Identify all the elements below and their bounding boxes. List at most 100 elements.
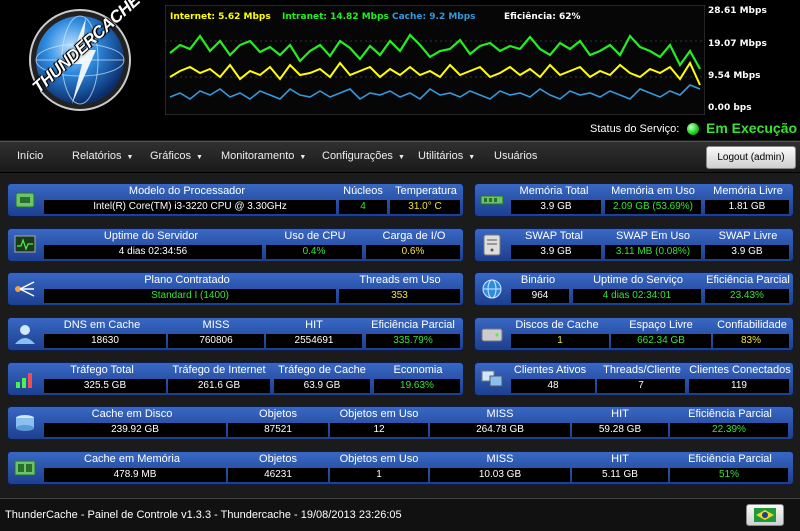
legend-intranet: Intranet: 14.82 Mbps <box>282 12 389 22</box>
panel-clientes: Clientes Ativos Threads/Cliente Clientes… <box>474 362 794 396</box>
status-led-icon <box>687 123 699 135</box>
v-economia: 19.63% <box>374 379 460 393</box>
v-memoria-total: 3.9 GB <box>511 200 601 214</box>
v-objetos-memoria: 46231 <box>228 468 328 482</box>
h-economia: Economia <box>393 364 443 376</box>
h-memoria-uso: Memória em Uso <box>611 185 695 197</box>
h-confiabilidade: Confiabilidade <box>717 319 787 331</box>
v-modelo: Intel(R) Core(TM) i3-3220 CPU @ 3.30GHz <box>44 200 336 214</box>
legend-eficiencia: Eficiência: 62% <box>504 12 581 22</box>
v-dns: 18630 <box>44 334 166 348</box>
nav-monitoramento-label: Monitoramento <box>221 150 295 162</box>
panel-uptime: Uptime do Servidor Uso de CPU Carga de I… <box>7 228 464 262</box>
panel-cpu: Modelo do Processador Núcleos Temperatur… <box>7 183 464 217</box>
h-miss-disco: MISS <box>486 408 514 420</box>
v-trafego-cache: 63.9 GB <box>274 379 370 393</box>
footer-text: ThunderCache - Painel de Controle v1.3.3… <box>5 509 402 521</box>
h-espaco-livre: Espaço Livre <box>629 319 693 331</box>
legend-cache: Cache: 9.2 Mbps <box>392 12 476 22</box>
v-trafego-internet: 261.6 GB <box>168 379 270 393</box>
v-clientes-ativos: 48 <box>511 379 595 393</box>
v-swap-uso: 3.11 MB (0.08%) <box>605 245 701 259</box>
v-memoria-livre: 1.81 GB <box>705 200 789 214</box>
v-swap-total: 3.9 GB <box>511 245 601 259</box>
monitor-icon <box>14 235 36 253</box>
h-cache-memoria: Cache em Memória <box>84 453 180 465</box>
v-miss-memoria: 10.03 GB <box>430 468 570 482</box>
nav-relatorios-label: Relatórios <box>72 150 122 162</box>
h-objetos-memoria: Objetos <box>259 453 297 465</box>
v-swap-livre: 3.9 GB <box>705 245 789 259</box>
v-eficiencia-binario: 23.43% <box>705 289 789 303</box>
v-uso-cpu: 0.4% <box>266 245 362 259</box>
disk-icon <box>481 328 503 342</box>
v-eficiencia-disco: 22.39% <box>670 423 788 437</box>
h-objetos-disco: Objetos <box>259 408 297 420</box>
service-status-value: Em Execução <box>706 120 798 136</box>
y-label-max: 28.61 Mbps <box>708 6 767 16</box>
h-nucleos: Núcleos <box>343 185 383 197</box>
v-confiabilidade: 83% <box>713 334 789 348</box>
v-plano: Standard I (1400) <box>44 289 336 303</box>
h-objetos-uso-memoria: Objetos em Uso <box>339 453 419 465</box>
nav-graficos[interactable]: Gráficos ▼ <box>150 150 203 162</box>
v-threads-cliente: 7 <box>597 379 685 393</box>
chevron-down-icon: ▼ <box>468 154 476 161</box>
v-dns-hit: 2554691 <box>266 334 362 348</box>
logout-button[interactable]: Logout (admin) <box>706 146 796 169</box>
h-trafego-internet: Tráfego de Internet <box>172 364 266 376</box>
h-dns-miss: MISS <box>202 319 230 331</box>
h-hit-disco: HIT <box>611 408 629 420</box>
v-temperatura: 31.0° C <box>390 200 460 214</box>
panel-cache-disco: Cache em Disco Objetos Objetos em Uso MI… <box>7 406 794 440</box>
v-binario: 964 <box>511 289 569 303</box>
h-eficiencia-disco: Eficiência Parcial <box>688 408 772 420</box>
y-label-min: 0.00 bps <box>708 103 752 113</box>
h-uptime-servico: Uptime do Serviço <box>593 274 683 286</box>
panel-plano: Plano Contratado Threads em Uso Standard… <box>7 272 464 306</box>
h-swap-uso: SWAP Em Uso <box>616 230 690 242</box>
h-swap-livre: SWAP Livre <box>718 230 778 242</box>
stack-icon <box>16 415 34 431</box>
nav-inicio[interactable]: Início <box>17 150 43 162</box>
nav-configuracoes[interactable]: Configurações ▼ <box>322 150 405 162</box>
v-nucleos: 4 <box>339 200 387 214</box>
language-button[interactable] <box>746 504 784 526</box>
chevron-down-icon: ▼ <box>397 154 405 161</box>
v-threads: 353 <box>339 289 460 303</box>
network-icon <box>15 281 35 297</box>
server-icon <box>483 234 501 256</box>
h-clientes-conectados: Clientes Conectados <box>689 364 791 376</box>
footer: ThunderCache - Painel de Controle v1.3.3… <box>0 498 800 531</box>
h-temperatura: Temperatura <box>395 185 457 197</box>
memory-card-icon <box>14 460 36 476</box>
panel-discos: Discos de Cache Espaço Livre Confiabilid… <box>474 317 794 351</box>
h-uso-cpu: Uso de CPU <box>284 230 346 242</box>
h-eficiencia-binario: Eficiência Parcial <box>706 274 790 286</box>
h-uptime-servidor: Uptime do Servidor <box>103 230 199 242</box>
nav-usuarios[interactable]: Usuários <box>494 150 537 162</box>
h-dns-hit: HIT <box>305 319 323 331</box>
h-trafego-total: Tráfego Total <box>70 364 134 376</box>
chevron-down-icon: ▼ <box>195 154 203 161</box>
v-cache-memoria: 478.9 MB <box>44 468 226 482</box>
h-dns-eficiencia: Eficiência Parcial <box>371 319 455 331</box>
header: THUNDERCACHE Internet: 5.62 Mbps Intrane… <box>0 0 800 140</box>
v-dns-miss: 760806 <box>168 334 264 348</box>
nav-relatorios[interactable]: Relatórios ▼ <box>72 150 133 162</box>
chip-icon <box>15 192 35 208</box>
h-objetos-uso-disco: Objetos em Uso <box>339 408 419 420</box>
nav-utilitarios[interactable]: Utilitários ▼ <box>418 150 475 162</box>
h-carga-io: Carga de I/O <box>382 230 446 242</box>
h-swap-total: SWAP Total <box>525 230 583 242</box>
h-discos: Discos de Cache <box>515 319 599 331</box>
navbar: Início Relatórios ▼ Gráficos ▼ Monitoramen… <box>0 141 800 173</box>
v-uptime-servico: 4 dias 02:34:01 <box>573 289 701 303</box>
v-dns-eficiencia: 335.79% <box>366 334 460 348</box>
nav-monitoramento[interactable]: Monitoramento ▼ <box>221 150 306 162</box>
h-clientes-ativos: Clientes Ativos <box>513 364 587 376</box>
v-trafego-total: 325.5 GB <box>44 379 166 393</box>
nav-inicio-label: Início <box>17 150 44 162</box>
v-miss-disco: 264.78 GB <box>430 423 570 437</box>
v-uptime-servidor: 4 dias 02:34:56 <box>44 245 262 259</box>
